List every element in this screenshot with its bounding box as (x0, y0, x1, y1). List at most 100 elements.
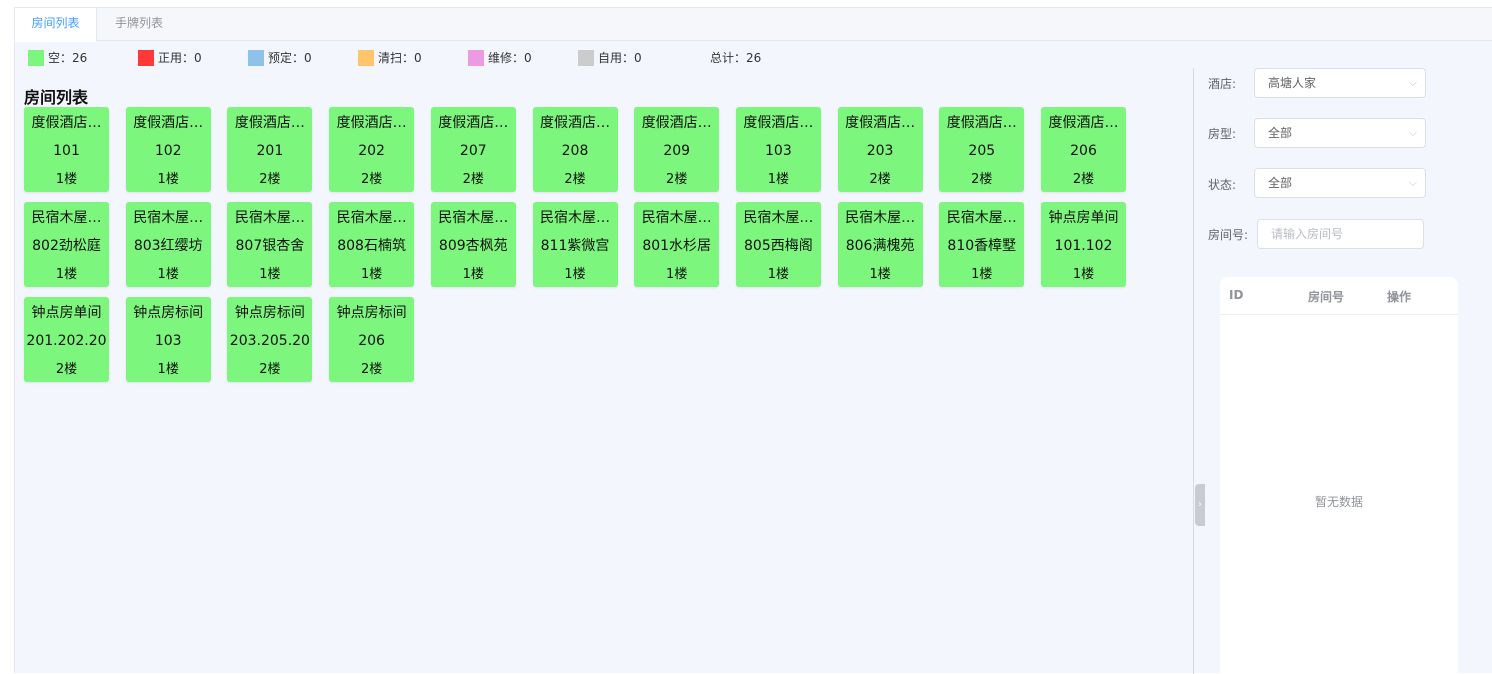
tab-room-list[interactable]: 房间列表 (15, 8, 97, 42)
room-card[interactable]: 民宿木屋… 808石楠筑 1楼 (329, 202, 415, 287)
legend-empty: 空：26 (28, 50, 87, 66)
room-name: 度假酒店… (234, 115, 305, 131)
room-name: 度假酒店… (336, 115, 407, 131)
room-card[interactable]: 民宿木屋… 807银杏舍 1楼 (227, 202, 313, 287)
room-card[interactable]: 钟点房单间 101.102 1楼 (1041, 202, 1126, 287)
room-card[interactable]: 度假酒店… 201 2楼 (227, 107, 313, 192)
column-header-room-no: 房间号 (1308, 290, 1345, 304)
room-name: 度假酒店… (133, 115, 204, 131)
room-floor: 1楼 (259, 267, 281, 282)
room-name: 度假酒店… (845, 115, 916, 131)
room-card[interactable]: 度假酒店… 209 2楼 (634, 107, 720, 192)
room-card[interactable]: 民宿木屋… 805西梅阁 1楼 (735, 202, 821, 287)
room-floor: 2楼 (564, 172, 586, 187)
room-name: 民宿木屋… (743, 210, 814, 226)
room-floor: 1楼 (971, 267, 993, 282)
room-card[interactable]: 钟点房标间 103 1楼 (125, 297, 211, 382)
room-name: 度假酒店… (540, 115, 610, 131)
legend-label-empty: 空：26 (48, 51, 88, 65)
room-floor: 2楼 (259, 172, 281, 187)
room-table: ID 房间号 操作 暂无数据 (1220, 277, 1458, 674)
room-name: 钟点房标间 (133, 305, 204, 321)
legend-cleaning: 清扫：0 (358, 50, 422, 66)
room-card[interactable]: 钟点房标间 206 2楼 (329, 297, 415, 382)
room-card[interactable]: 度假酒店… 202 2楼 (329, 107, 415, 192)
room-card[interactable]: 度假酒店… 206 2楼 (1041, 107, 1126, 192)
room-card[interactable]: 度假酒店… 205 2楼 (939, 107, 1025, 192)
page-title: 房间列表 (24, 88, 89, 107)
collapse-handle[interactable]: › (1195, 484, 1205, 526)
legend-label-occupied: 正用：0 (158, 51, 202, 65)
legend-occupied: 正用：0 (138, 50, 202, 66)
room-floor: 1楼 (157, 172, 179, 187)
room-card[interactable]: 民宿木屋… 811紫微宫 1楼 (532, 202, 618, 287)
room-card[interactable]: 度假酒店… 203 2楼 (837, 107, 923, 192)
room-floor: 2楼 (360, 362, 383, 377)
room-floor: 1楼 (564, 267, 586, 282)
status-label: 状态: (1208, 178, 1237, 192)
room-card[interactable]: 度假酒店… 102 1楼 (125, 107, 211, 192)
room-floor: 1楼 (360, 267, 383, 282)
room-card[interactable]: 民宿木屋… 801水杉居 1楼 (634, 202, 720, 287)
room-card[interactable]: 钟点房标间 203.205.20 2楼 (227, 297, 313, 382)
legend-swatch-maintenance (468, 50, 484, 66)
room-name: 钟点房单间 (1048, 210, 1119, 226)
table-header: ID 房间号 操作 (1220, 277, 1458, 315)
room-number: 102 (154, 143, 182, 159)
room-number: 206 (1070, 143, 1097, 159)
room-name: 钟点房单间 (31, 305, 102, 321)
room-floor: 1楼 (1072, 267, 1095, 282)
room-card[interactable]: 度假酒店… 101 1楼 (24, 107, 109, 192)
room-card[interactable]: 度假酒店… 208 2楼 (532, 107, 618, 192)
room-number: 806满槐苑 (845, 238, 915, 254)
room-number: 809杏枫苑 (438, 238, 508, 254)
room-floor: 1楼 (157, 267, 179, 282)
room-card[interactable]: 民宿木屋… 802劲松庭 1楼 (24, 202, 109, 287)
room-name: 民宿木屋… (438, 210, 509, 226)
room-floor: 2楼 (360, 172, 383, 187)
panel-divider (1193, 68, 1194, 674)
room-floor: 1楼 (767, 172, 790, 187)
room-name: 民宿木屋… (133, 210, 204, 226)
room-type-select[interactable]: 全部 ⌵ (1254, 118, 1426, 148)
room-card[interactable]: 钟点房单间 201.202.20 2楼 (24, 297, 109, 382)
room-floor: 1楼 (767, 267, 790, 282)
room-name: 度假酒店… (743, 115, 814, 131)
room-no-input[interactable] (1257, 219, 1424, 249)
room-card[interactable]: 民宿木屋… 809杏枫苑 1楼 (430, 202, 516, 287)
room-number: 803红缨坊 (133, 238, 203, 254)
hotel-select-value: 高塘人家 (1268, 76, 1317, 90)
room-name: 度假酒店… (946, 115, 1017, 131)
room-type-label: 房型: (1208, 127, 1237, 141)
hotel-select[interactable]: 高塘人家 ⌵ (1254, 68, 1426, 98)
room-card[interactable]: 民宿木屋… 810香樟墅 1楼 (939, 202, 1025, 287)
room-type-select-value: 全部 (1268, 126, 1293, 140)
legend-swatch-empty (28, 50, 44, 66)
column-header-id: ID (1229, 288, 1244, 302)
room-floor: 2楼 (1072, 172, 1095, 187)
room-floor: 1楼 (462, 267, 484, 282)
tab-hand-card-list[interactable]: 手牌列表 (97, 8, 181, 41)
room-card[interactable]: 度假酒店… 103 1楼 (735, 107, 821, 192)
legend-swatch-self-use (578, 50, 594, 66)
room-name: 民宿木屋… (641, 210, 712, 226)
status-select[interactable]: 全部 ⌵ (1254, 168, 1426, 198)
room-name: 度假酒店… (1048, 115, 1119, 131)
room-no-label: 房间号: (1208, 228, 1249, 242)
room-floor: 2楼 (462, 172, 484, 187)
tab-bar: 房间列表 手牌列表 (15, 8, 1492, 42)
room-number: 802劲松庭 (32, 238, 101, 254)
room-number: 201 (256, 143, 284, 159)
room-name: 民宿木屋… (540, 210, 610, 226)
room-number: 805西梅阁 (744, 238, 813, 254)
room-name: 度假酒店… (641, 115, 712, 131)
room-floor: 1楼 (157, 362, 179, 377)
room-floor: 1楼 (55, 267, 78, 282)
room-card[interactable]: 民宿木屋… 803红缨坊 1楼 (125, 202, 211, 287)
room-card[interactable]: 度假酒店… 207 2楼 (430, 107, 516, 192)
room-name: 钟点房标间 (234, 305, 305, 321)
room-card[interactable]: 民宿木屋… 806满槐苑 1楼 (837, 202, 923, 287)
room-number: 208 (561, 143, 589, 159)
room-number: 207 (459, 143, 487, 159)
legend-label-reserved: 预定：0 (268, 51, 312, 65)
